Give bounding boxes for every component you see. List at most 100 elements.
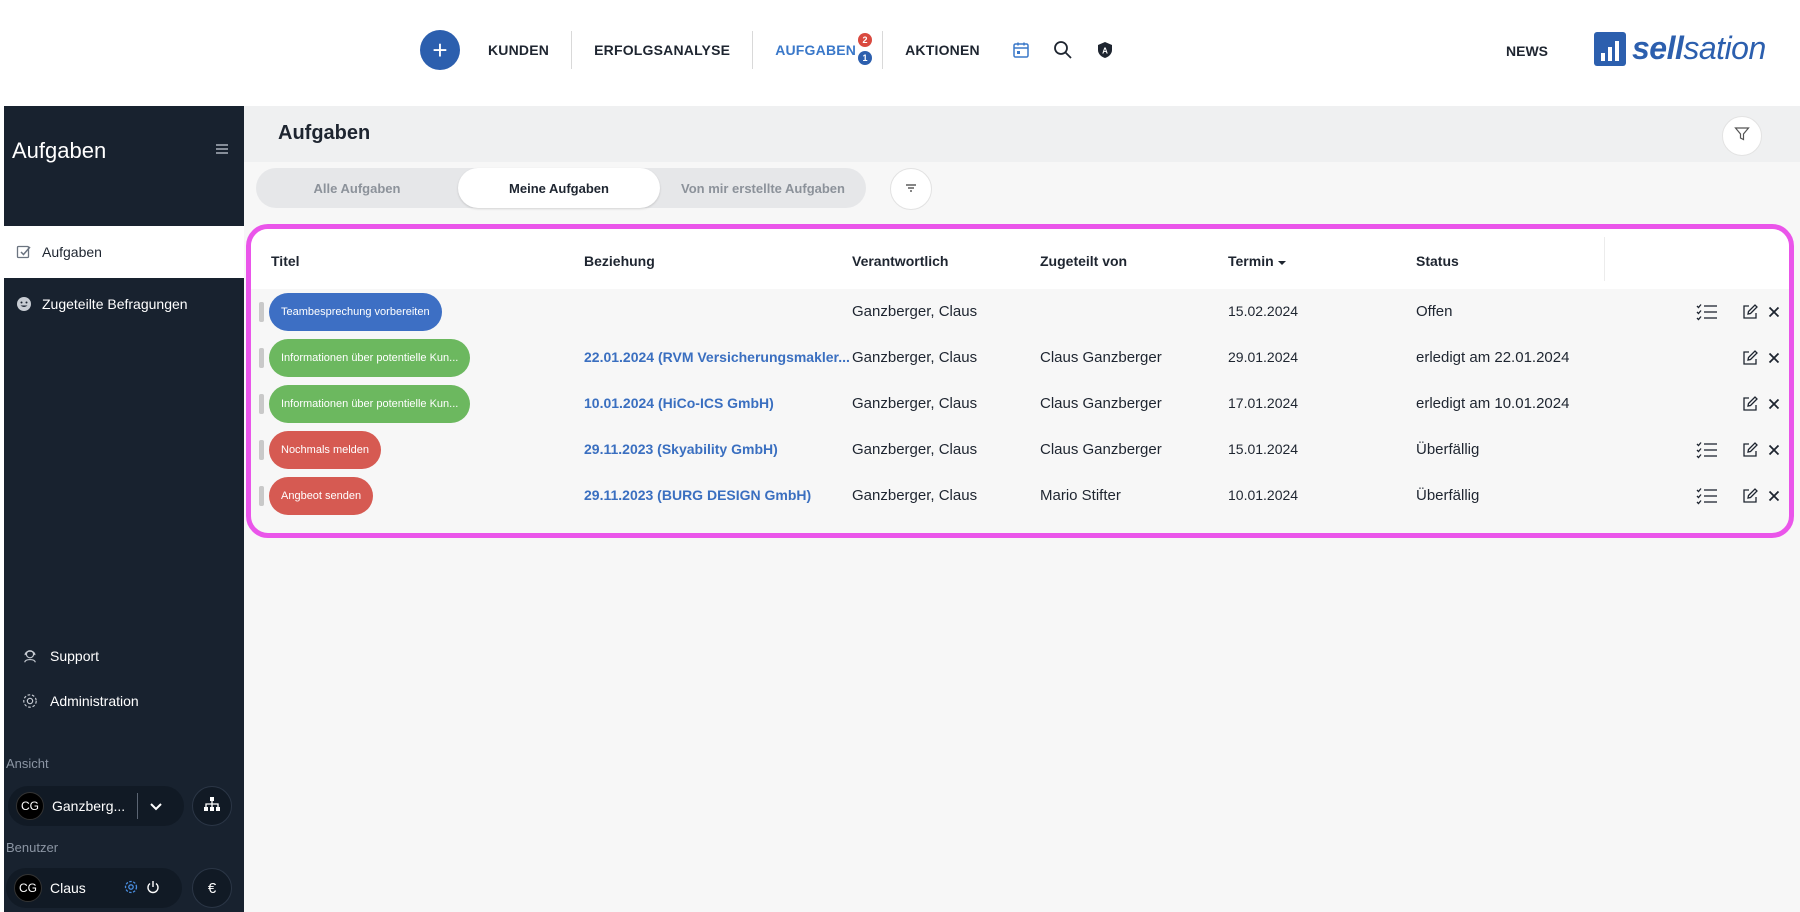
sidebar-item-label: Zugeteilte Befragungen — [42, 296, 188, 312]
verantwortlich-cell: Ganzberger, Claus — [852, 487, 978, 504]
drag-handle[interactable] — [259, 348, 264, 368]
column-header-beziehung[interactable]: Beziehung — [584, 253, 655, 269]
table-row[interactable]: Informationen über potentielle Kun... 10.… — [251, 381, 1789, 427]
table-row[interactable]: Angbeot senden 29.11.2023 (BURG DESIGN Gm… — [251, 473, 1789, 519]
svg-text:A: A — [1102, 47, 1108, 56]
benutzer-label: Benutzer — [6, 840, 59, 855]
beziehung-link[interactable]: 29.11.2023 (Skyability GmbH) — [584, 441, 852, 457]
column-header-termin[interactable]: Termin — [1228, 253, 1286, 269]
main-content: Aufgaben Alle Aufgaben Meine Aufgaben Vo… — [244, 106, 1800, 912]
tab-alle-aufgaben[interactable]: Alle Aufgaben — [256, 168, 458, 208]
column-header-label: Termin — [1228, 253, 1274, 269]
task-title-pill[interactable]: Informationen über potentielle Kun... — [269, 339, 471, 377]
chevron-down-icon[interactable] — [150, 798, 162, 814]
tasks-table: Titel Beziehung Verantwortlich Zugeteilt… — [246, 224, 1794, 538]
sidebar-item-label: Administration — [50, 693, 139, 709]
nav-news[interactable]: NEWS — [1506, 43, 1548, 59]
sidebar-item-label: Aufgaben — [42, 244, 102, 260]
edit-icon[interactable] — [1739, 301, 1761, 323]
tab-von-mir-erstellte-aufgaben[interactable]: Von mir erstellte Aufgaben — [660, 168, 866, 208]
ansicht-user-selector[interactable]: CG Ganzberg... — [8, 786, 184, 826]
drag-handle[interactable] — [259, 486, 264, 506]
main-nav: + KUNDEN ERFOLGSANALYSE AUFGABEN 2 1 AKT… — [420, 28, 1116, 72]
sidebar-item-label: Support — [50, 648, 100, 664]
shield-icon[interactable]: A — [1094, 39, 1116, 61]
nav-aufgaben[interactable]: AUFGABEN 2 1 — [775, 33, 873, 65]
divider — [137, 793, 139, 819]
sidebar-item-aufgaben[interactable]: Aufgaben — [4, 226, 244, 278]
task-filter-tabs: Alle Aufgaben Meine Aufgaben Von mir ers… — [256, 168, 866, 208]
status-cell: Überfällig — [1416, 487, 1480, 504]
termin-cell: 29.01.2024 — [1228, 349, 1299, 365]
column-header-zugeteilt-von[interactable]: Zugeteilt von — [1040, 253, 1127, 269]
page-title: Aufgaben — [278, 122, 371, 144]
sidebar-item-zugeteilte-befragungen[interactable]: Zugeteilte Befragungen — [4, 284, 244, 324]
table-row[interactable]: Nochmals melden 29.11.2023 (Skyability Gm… — [251, 427, 1789, 473]
task-title-pill[interactable]: Informationen über potentielle Kun... — [269, 385, 471, 423]
org-chart-button[interactable] — [192, 786, 232, 826]
drag-handle[interactable] — [259, 394, 264, 414]
benutzer-user-pill: CG Claus — [6, 868, 182, 908]
verantwortlich-cell: Ganzberger, Claus — [852, 303, 978, 320]
open-count-badge: 1 — [858, 51, 873, 65]
close-icon[interactable] — [1763, 347, 1785, 369]
column-header-status[interactable]: Status — [1416, 253, 1459, 269]
nav-erfolgsanalyse[interactable]: ERFOLGSANALYSE — [594, 42, 730, 58]
column-header-verantwortlich[interactable]: Verantwortlich — [852, 253, 948, 269]
task-title-pill[interactable]: Teambesprechung vorbereiten — [269, 293, 442, 331]
logo-mark — [1594, 31, 1626, 66]
close-icon[interactable] — [1763, 485, 1785, 507]
nav-kunden[interactable]: KUNDEN — [488, 42, 549, 58]
zugeteilt-von-cell: Mario Stifter — [1040, 487, 1121, 504]
termin-cell: 10.01.2024 — [1228, 487, 1299, 503]
avatar: CG — [14, 874, 42, 902]
hamburger-menu-icon[interactable] — [214, 142, 230, 161]
currency-button[interactable]: € — [192, 868, 232, 908]
user-settings-gear-icon[interactable] — [124, 880, 138, 897]
checklist-icon[interactable] — [1696, 439, 1718, 461]
sidebar: Aufgaben Aufgaben Zugeteilte Befragungen… — [4, 106, 244, 912]
verantwortlich-cell: Ganzberger, Claus — [852, 349, 978, 366]
tab-meine-aufgaben[interactable]: Meine Aufgaben — [458, 168, 660, 208]
beziehung-link[interactable]: 29.11.2023 (BURG DESIGN GmbH) — [584, 487, 852, 503]
filter-icon — [1734, 126, 1750, 147]
task-title-pill[interactable]: Angbeot senden — [269, 477, 374, 515]
page-header: Aufgaben — [244, 106, 1800, 162]
power-icon[interactable] — [146, 880, 160, 897]
nav-aktionen[interactable]: AKTIONEN — [905, 42, 980, 58]
search-icon[interactable] — [1052, 39, 1074, 61]
close-icon[interactable] — [1763, 439, 1785, 461]
edit-icon[interactable] — [1739, 439, 1761, 461]
table-row[interactable]: Teambesprechung vorbereiten Ganzberger, C… — [251, 289, 1789, 335]
currency-symbol: € — [207, 879, 217, 897]
beziehung-link[interactable]: 10.01.2024 (HiCo-ICS GmbH) — [584, 395, 852, 411]
ansicht-label: Ansicht — [6, 756, 49, 771]
beziehung-link[interactable]: 22.01.2024 (RVM Versicherungsmakler... — [584, 349, 852, 365]
gear-icon — [22, 693, 38, 709]
edit-icon[interactable] — [1739, 347, 1761, 369]
org-chart-icon — [203, 796, 221, 816]
drag-handle[interactable] — [259, 440, 264, 460]
calendar-icon[interactable] — [1010, 39, 1032, 61]
add-button[interactable]: + — [420, 30, 460, 70]
nav-divider — [571, 31, 573, 69]
column-header-titel[interactable]: Titel — [271, 253, 300, 269]
close-icon[interactable] — [1763, 301, 1785, 323]
status-cell: erledigt am 10.01.2024 — [1416, 395, 1570, 412]
checklist-icon[interactable] — [1696, 301, 1718, 323]
table-header: Titel Beziehung Verantwortlich Zugeteilt… — [251, 229, 1789, 289]
task-title-pill[interactable]: Nochmals melden — [269, 431, 382, 469]
sidebar-item-administration[interactable]: Administration — [4, 681, 244, 721]
filter-button[interactable] — [1722, 116, 1762, 156]
top-navigation-bar: + KUNDEN ERFOLGSANALYSE AUFGABEN 2 1 AKT… — [0, 0, 1800, 106]
edit-icon[interactable] — [1739, 485, 1761, 507]
task-check-icon — [16, 244, 32, 260]
drag-handle[interactable] — [259, 302, 264, 322]
sort-button[interactable] — [890, 168, 932, 210]
zugeteilt-von-cell: Claus Ganzberger — [1040, 349, 1162, 366]
checklist-icon[interactable] — [1696, 485, 1718, 507]
close-icon[interactable] — [1763, 393, 1785, 415]
table-row[interactable]: Informationen über potentielle Kun... 22.… — [251, 335, 1789, 381]
edit-icon[interactable] — [1739, 393, 1761, 415]
sidebar-item-support[interactable]: Support — [4, 636, 244, 676]
